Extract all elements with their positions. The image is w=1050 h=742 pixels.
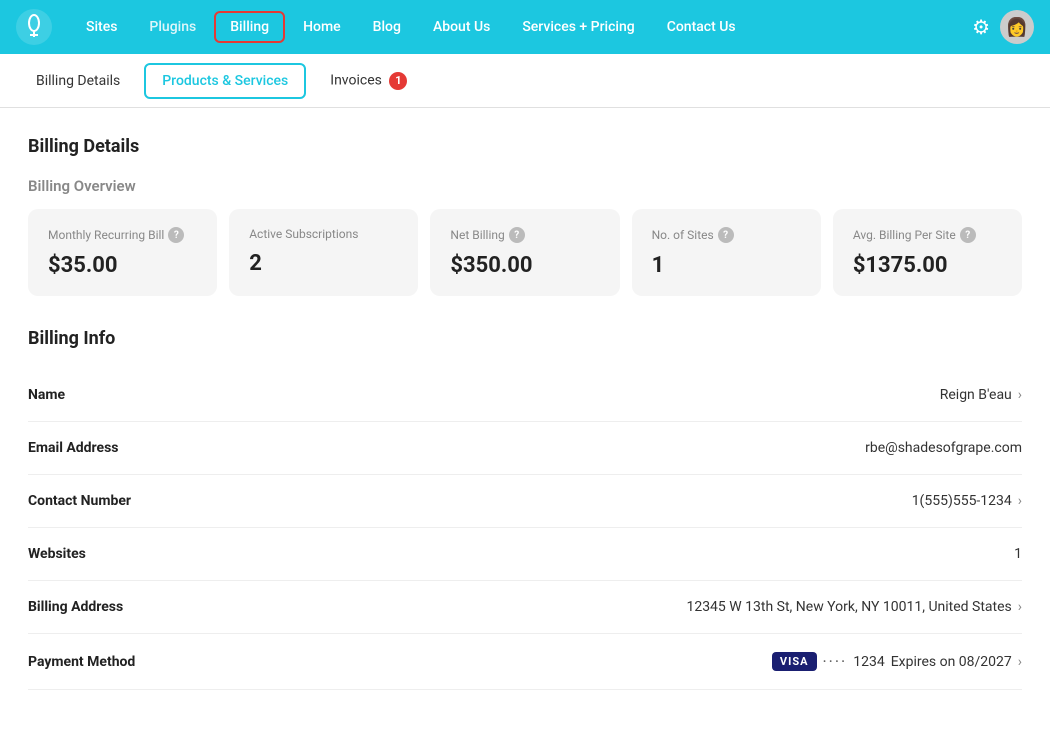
info-row-contact[interactable]: Contact Number 1(555)555-1234 › xyxy=(28,475,1022,528)
subnav-invoices[interactable]: Invoices 1 xyxy=(314,64,423,98)
nav-plugins[interactable]: Plugins xyxy=(135,13,210,41)
settings-icon[interactable]: ⚙ xyxy=(972,15,990,39)
info-row-name[interactable]: Name Reign B'eau › xyxy=(28,369,1022,422)
sites-help-icon[interactable]: ? xyxy=(718,227,734,243)
card-monthly-value: $35.00 xyxy=(48,253,197,278)
card-subscriptions-label: Active Subscriptions xyxy=(249,227,398,241)
card-sites-value: 1 xyxy=(652,253,801,278)
page-title: Billing Details xyxy=(28,136,1022,157)
card-active-subscriptions: Active Subscriptions 2 xyxy=(229,209,418,296)
info-websites-value: 1 xyxy=(1014,546,1022,562)
chevron-icon: › xyxy=(1018,654,1022,670)
nav-sites[interactable]: Sites xyxy=(72,13,131,41)
chevron-icon: › xyxy=(1018,599,1022,615)
net-help-icon[interactable]: ? xyxy=(509,227,525,243)
nav-contact[interactable]: Contact Us xyxy=(653,13,750,41)
overview-cards: Monthly Recurring Bill ? $35.00 Active S… xyxy=(28,209,1022,296)
nav-home[interactable]: Home xyxy=(289,13,355,41)
info-address-value: 12345 W 13th St, New York, NY 10011, Uni… xyxy=(686,599,1022,615)
billing-info-section: Billing Info Name Reign B'eau › Email Ad… xyxy=(28,328,1022,690)
card-avg-value: $1375.00 xyxy=(853,253,1002,278)
avg-help-icon[interactable]: ? xyxy=(960,227,976,243)
card-last-four: 1234 xyxy=(853,654,884,670)
info-row-payment[interactable]: Payment Method VISA ···· 1234 Expires on… xyxy=(28,634,1022,690)
chevron-icon: › xyxy=(1018,387,1022,403)
card-sites-label: No. of Sites ? xyxy=(652,227,801,243)
top-nav: Sites Plugins Billing Home Blog About Us… xyxy=(0,0,1050,54)
chevron-icon: › xyxy=(1018,493,1022,509)
monthly-help-icon[interactable]: ? xyxy=(168,227,184,243)
card-monthly-recurring: Monthly Recurring Bill ? $35.00 xyxy=(28,209,217,296)
info-payment-label: Payment Method xyxy=(28,654,135,670)
card-net-billing: Net Billing ? $350.00 xyxy=(430,209,619,296)
info-contact-value: 1(555)555-1234 › xyxy=(912,493,1022,509)
nav-services[interactable]: Services + Pricing xyxy=(508,13,648,41)
subnav-products-services[interactable]: Products & Services xyxy=(144,63,306,99)
card-monthly-label: Monthly Recurring Bill ? xyxy=(48,227,197,243)
nav-about[interactable]: About Us xyxy=(419,13,504,41)
logo-icon[interactable] xyxy=(16,9,52,45)
nav-blog[interactable]: Blog xyxy=(359,13,415,41)
info-name-label: Name xyxy=(28,387,65,403)
subnav-billing-details[interactable]: Billing Details xyxy=(20,65,136,97)
nav-links: Sites Plugins Billing Home Blog About Us… xyxy=(72,11,972,43)
card-net-value: $350.00 xyxy=(450,253,599,278)
main-content: Billing Details Billing Overview Monthly… xyxy=(0,108,1050,742)
info-row-email: Email Address rbe@shadesofgrape.com xyxy=(28,422,1022,475)
info-contact-label: Contact Number xyxy=(28,493,131,509)
sub-nav: Billing Details Products & Services Invo… xyxy=(0,54,1050,108)
card-dots: ···· xyxy=(823,652,848,671)
info-payment-value: VISA ···· 1234 Expires on 08/2027 › xyxy=(772,652,1022,671)
avatar[interactable]: 👩 xyxy=(1000,10,1034,44)
visa-badge: VISA xyxy=(772,652,817,671)
card-avg-billing: Avg. Billing Per Site ? $1375.00 xyxy=(833,209,1022,296)
overview-title: Billing Overview xyxy=(28,177,1022,195)
info-websites-label: Websites xyxy=(28,546,86,562)
info-name-value: Reign B'eau › xyxy=(940,387,1022,403)
info-row-websites: Websites 1 xyxy=(28,528,1022,581)
info-email-label: Email Address xyxy=(28,440,119,456)
nav-billing[interactable]: Billing xyxy=(214,11,285,43)
billing-info-title: Billing Info xyxy=(28,328,1022,349)
info-email-value: rbe@shadesofgrape.com xyxy=(865,440,1022,456)
card-avg-label: Avg. Billing Per Site ? xyxy=(853,227,1002,243)
info-address-label: Billing Address xyxy=(28,599,123,615)
card-subscriptions-value: 2 xyxy=(249,251,398,276)
invoices-badge: 1 xyxy=(389,72,407,90)
card-no-of-sites: No. of Sites ? 1 xyxy=(632,209,821,296)
info-row-billing-address[interactable]: Billing Address 12345 W 13th St, New Yor… xyxy=(28,581,1022,634)
nav-right: ⚙ 👩 xyxy=(972,10,1034,44)
card-net-label: Net Billing ? xyxy=(450,227,599,243)
card-expiry: Expires on 08/2027 xyxy=(891,654,1012,670)
